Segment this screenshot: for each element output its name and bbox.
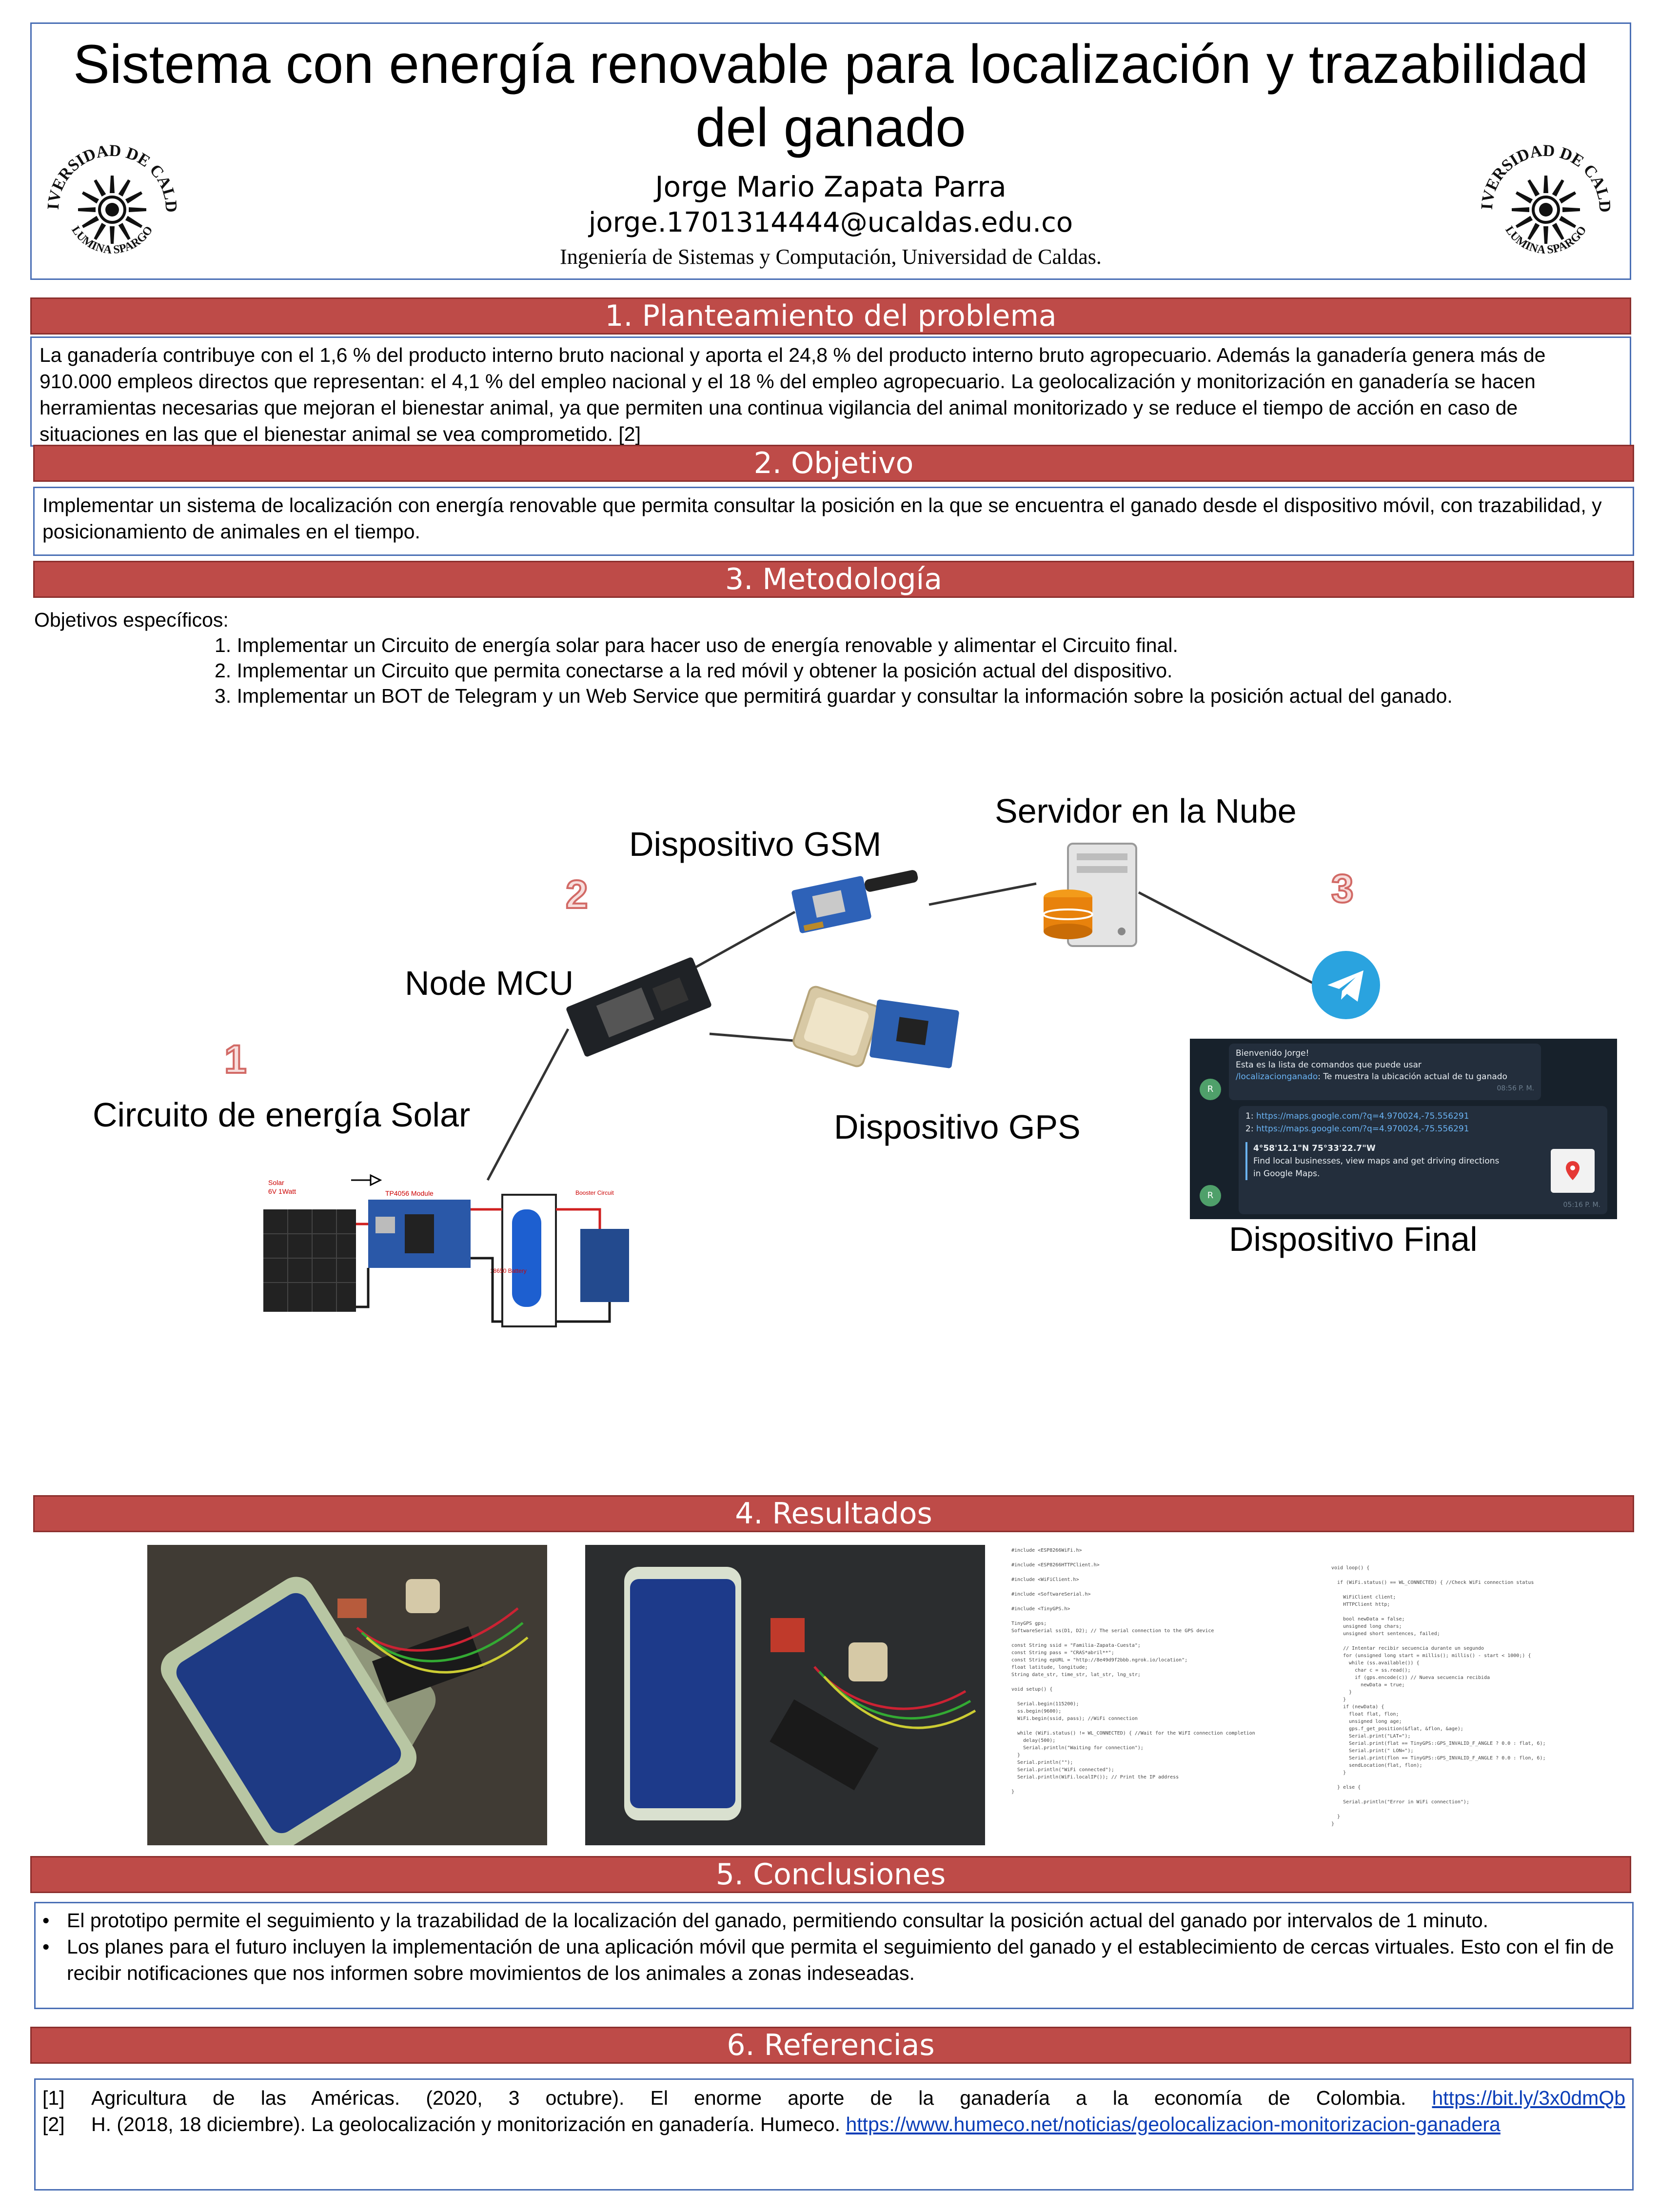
circuit-solar-label: Solar — [268, 1179, 284, 1186]
circuit-battery-label: 18650 Battery — [490, 1267, 527, 1274]
gsm-module-icon — [791, 870, 918, 933]
metodologia-intro: Objetivos específicos: — [34, 609, 229, 631]
metodologia-item-2: 2. Implementar un Circuito que permita c… — [215, 659, 1173, 682]
poster-header: Sistema con energía renovable para local… — [30, 22, 1631, 280]
link-1-number: 1: — [1245, 1111, 1254, 1121]
circuit-solar-spec: 6V 1Watt — [268, 1187, 296, 1195]
step-number-2: 2 — [566, 872, 588, 917]
bot-message-1-time: 08:56 P. M. — [1497, 1085, 1535, 1092]
poster-title: Sistema con energía renovable para local… — [73, 34, 1588, 158]
label-gsm: Dispositivo GSM — [629, 825, 881, 863]
bullet-icon: • — [42, 1909, 50, 1932]
map-thumbnail — [1551, 1149, 1595, 1193]
telegram-icon — [1312, 951, 1380, 1019]
reference-number-1: [1] — [42, 2087, 65, 2109]
label-node-mcu: Node MCU — [405, 964, 573, 1002]
label-final: Dispositivo Final — [1229, 1220, 1478, 1258]
label-servidor: Servidor en la Nube — [995, 792, 1297, 830]
map-pin-icon — [1566, 1161, 1580, 1180]
step-number-1: 1 — [224, 1037, 247, 1082]
link-preview-card[interactable]: 4°58'12.1"N 75°33'22.7"W Find local busi… — [1245, 1142, 1507, 1180]
reference-number-2: [2] — [42, 2113, 65, 2135]
university-logo-left: UNIVERSIDAD DE CALDAS LUMINA SPARGO — [39, 137, 180, 257]
label-gps: Dispositivo GPS — [834, 1108, 1081, 1146]
maps-link-1[interactable]: https://maps.google.com/?q=4.970024,-75.… — [1256, 1111, 1469, 1121]
section-conclusiones-title: 5. Conclusiones — [30, 1856, 1631, 1893]
conclusion-item-1: • El prototipo permite el seguimiento y … — [42, 1907, 1625, 1934]
step-number-3: 3 — [1331, 867, 1354, 911]
reference-item-2: [2] H. (2018, 18 diciembre). La geolocal… — [42, 2111, 1625, 2137]
node-mcu-icon — [566, 957, 711, 1057]
section-conclusiones-box: • El prototipo permite el seguimiento y … — [34, 1902, 1634, 2009]
result-photo-1 — [147, 1545, 547, 1845]
section-metodologia-title: 3. Metodología — [33, 561, 1634, 598]
section-problema-title: 1. Planteamiento del problema — [30, 297, 1631, 335]
affiliation: Ingeniería de Sistemas y Computación, Un… — [560, 245, 1102, 269]
preview-description: Find local businesses, view maps and get… — [1253, 1156, 1500, 1179]
code-screenshot: #include <ESP8266WiFi.h> #include <ESP82… — [1009, 1545, 1634, 1845]
maps-link-2[interactable]: https://maps.google.com/?q=4.970024,-75.… — [1256, 1124, 1469, 1134]
reference-link-2[interactable]: https://www.humeco.net/noticias/geolocal… — [846, 2113, 1500, 2135]
bullet-icon: • — [42, 1936, 50, 1958]
code-right-column: void loop() { if (WiFi.status() == WL_CO… — [1331, 1565, 1546, 1827]
author-email: jorge.1701314444@ucaldas.edu.co — [588, 207, 1073, 238]
logo-text-top: UNIVERSIDAD DE CALDAS — [39, 137, 180, 213]
cloud-server-icon — [1043, 843, 1137, 947]
bot-message-2-time: 05:16 P. M. — [1563, 1201, 1601, 1209]
bot-command-link[interactable]: /localizacionganado — [1236, 1072, 1318, 1082]
reference-text-2: H. (2018, 18 diciembre). La geolocalizac… — [91, 2113, 841, 2135]
conclusion-text-1: El prototipo permite el seguimiento y la… — [67, 1909, 1489, 1932]
bot-avatar: R — [1200, 1079, 1221, 1100]
conclusion-text-2: Los planes para el futuro incluyen la im… — [67, 1936, 1614, 1984]
bot-message-2: 1: https://maps.google.com/?q=4.970024,-… — [1239, 1106, 1607, 1214]
preview-coords: 4°58'12.1"N 75°33'22.7"W — [1253, 1144, 1376, 1153]
reference-text-1: Agricultura de las Américas. (2020, 3 oc… — [91, 2087, 1406, 2109]
reference-link-1[interactable]: https://bit.ly/3x0dmQb — [1432, 2087, 1625, 2109]
conclusion-item-2: • Los planes para el futuro incluyen la … — [42, 1934, 1625, 1986]
bot-commands-intro: Esta es la lista de comandos que puede u… — [1236, 1060, 1422, 1070]
bot-message-1: Bienvenido Jorge! Esta es la lista de co… — [1229, 1044, 1541, 1100]
bot-greeting: Bienvenido Jorge! — [1236, 1048, 1309, 1058]
section-referencias-title: 6. Referencias — [30, 2027, 1631, 2064]
section-resultados-title: 4. Resultados — [33, 1495, 1634, 1532]
result-photo-2 — [585, 1545, 985, 1845]
bot-avatar: R — [1200, 1185, 1221, 1206]
circuit-module-label: TP4056 Module — [385, 1189, 434, 1197]
metodologia-item-1: 1. Implementar un Circuito de energía so… — [215, 634, 1178, 656]
svg-text:UNIVERSIDAD DE CALDAS: UNIVERSIDAD DE CALDAS — [39, 137, 180, 213]
label-solar: Circuito de energía Solar — [93, 1096, 470, 1134]
reference-item-1: [1] Agricultura de las Américas. (2020, … — [42, 2085, 1625, 2111]
code-left-column: #include <ESP8266WiFi.h> #include <ESP82… — [1011, 1548, 1255, 1795]
university-logo-right: UNIVERSIDAD DE CALDAS LUMINA SPARGO — [1473, 137, 1614, 257]
gps-module-icon — [792, 986, 959, 1068]
section-objetivo-text: Implementar un sistema de localización c… — [33, 487, 1634, 556]
author-name: Jorge Mario Zapata Parra — [655, 170, 1007, 203]
link-2-number: 2: — [1245, 1124, 1254, 1134]
telegram-screenshot: R Bienvenido Jorge! Esta es la lista de … — [1190, 1039, 1617, 1219]
circuit-booster-label: Booster Circuit — [575, 1189, 614, 1196]
logo-text-top: UNIVERSIDAD DE CALDAS — [1473, 137, 1614, 213]
bot-command-desc: : Te muestra la ubicación actual de tu g… — [1318, 1072, 1507, 1082]
metodologia-item-3: 3. Implementar un BOT de Telegram y un W… — [215, 685, 1453, 707]
section-problema-text: La ganadería contribuye con el 1,6 % del… — [30, 336, 1631, 447]
section-objetivo-title: 2. Objetivo — [33, 445, 1634, 482]
section-referencias-box: [1] Agricultura de las Américas. (2020, … — [34, 2078, 1634, 2191]
svg-text:UNIVERSIDAD DE CALDAS: UNIVERSIDAD DE CALDAS — [1473, 137, 1614, 213]
solar-circuit-image: Solar 6V 1Watt TP4056 Module 18650 Batte… — [263, 1174, 629, 1327]
